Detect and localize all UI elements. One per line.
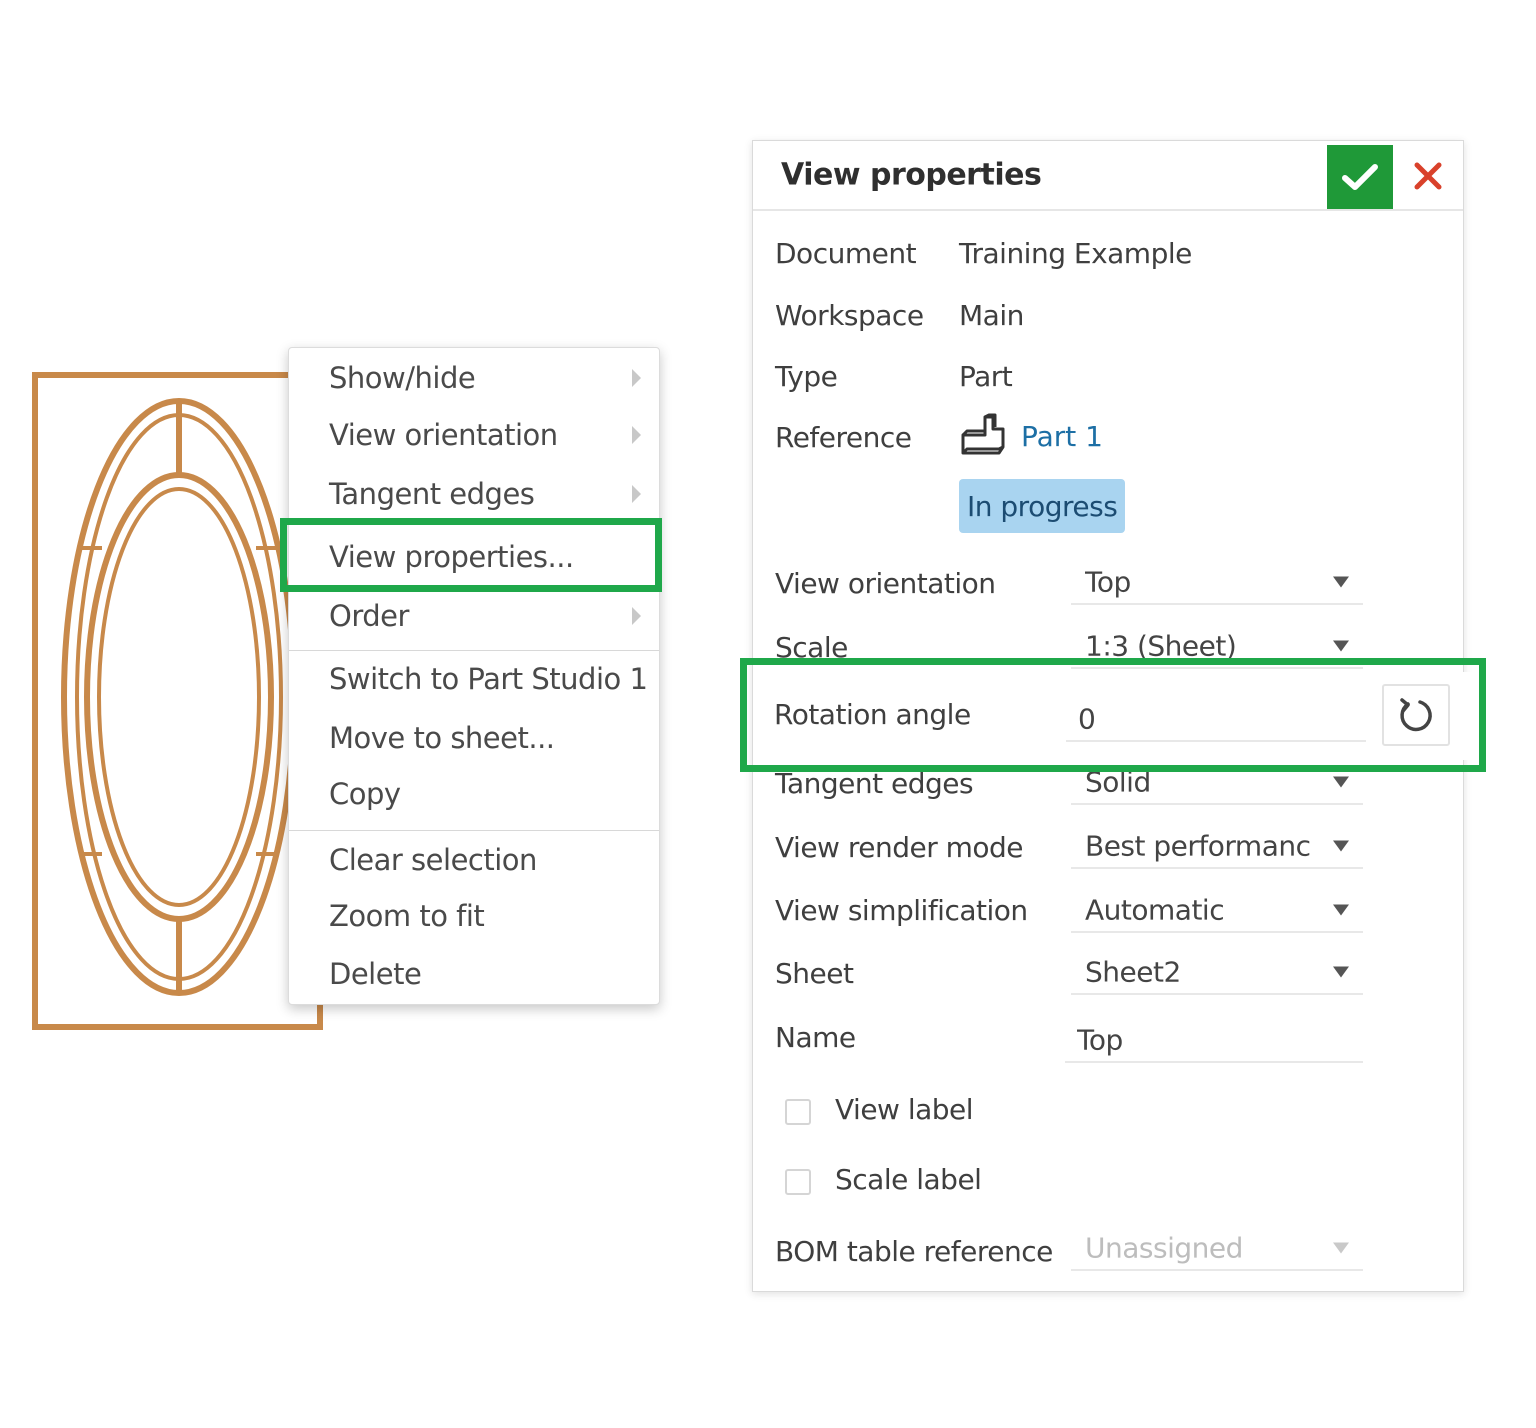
outer-profile-inner — [75, 413, 283, 981]
dropdown-caret-icon — [1333, 840, 1349, 852]
dialog-header: View properties — [753, 141, 1463, 211]
menu-item-label: Zoom to fit — [329, 899, 485, 933]
menu-item-label: Tangent edges — [329, 477, 535, 511]
dropdown-caret-icon — [1333, 576, 1349, 588]
dropdown-caret-icon — [1333, 640, 1349, 652]
dialog-title: View properties — [781, 157, 1042, 193]
menu-item-label: Delete — [329, 957, 422, 991]
rotation-angle-highlight-box — [740, 658, 1486, 772]
name-value: Top — [1077, 1023, 1123, 1057]
bom-reference-label: BOM table reference — [775, 1235, 1053, 1268]
render-mode-select[interactable]: Best performanc — [1071, 825, 1363, 869]
menu-item-label: Show/hide — [329, 361, 476, 395]
menu-item-label: Move to sheet... — [329, 721, 555, 755]
cancel-button[interactable] — [1405, 153, 1451, 199]
submenu-arrow-icon — [632, 426, 641, 444]
menu-item-tangent-edges[interactable]: Tangent edges — [289, 466, 659, 522]
name-label: Name — [775, 1021, 856, 1054]
menu-item-label: Order — [329, 599, 409, 633]
part-drawing — [32, 372, 323, 1030]
menu-item-copy[interactable]: Copy — [289, 766, 659, 822]
dropdown-caret-icon — [1333, 776, 1349, 788]
menu-item-move-to-sheet[interactable]: Move to sheet... — [289, 710, 659, 766]
bom-reference-value: Unassigned — [1085, 1231, 1243, 1265]
drawing-view[interactable] — [30, 370, 330, 1035]
menu-item-zoom-to-fit[interactable]: Zoom to fit — [289, 888, 659, 944]
menu-item-order[interactable]: Order — [289, 588, 659, 644]
render-mode-value: Best performanc — [1085, 829, 1311, 863]
workspace-label: Workspace — [775, 299, 924, 332]
sheet-label: Sheet — [775, 957, 854, 990]
status-badge: In progress — [959, 479, 1126, 533]
menu-item-switch-to-part-studio[interactable]: Switch to Part Studio 1 — [289, 651, 659, 707]
sheet-select[interactable]: Sheet2 — [1071, 951, 1363, 995]
simplification-value: Automatic — [1085, 893, 1225, 927]
document-label: Document — [775, 237, 917, 270]
name-input[interactable]: Top — [1065, 1019, 1363, 1063]
reference-label: Reference — [775, 421, 912, 454]
context-menu: Show/hide View orientation Tangent edges… — [288, 347, 660, 1005]
menu-item-delete[interactable]: Delete — [289, 946, 659, 1002]
menu-item-label: View orientation — [329, 418, 558, 452]
inner-profile — [84, 472, 274, 922]
reference-part-link[interactable]: Part 1 — [1021, 420, 1103, 453]
workspace-value: Main — [959, 299, 1024, 332]
close-icon — [1414, 162, 1442, 190]
checkmark-icon — [1342, 164, 1378, 190]
type-value: Part — [959, 360, 1013, 393]
submenu-arrow-icon — [632, 607, 641, 625]
document-value: Training Example — [959, 237, 1192, 270]
view-label-checkbox-label: View label — [835, 1093, 974, 1126]
dropdown-caret-icon — [1333, 966, 1349, 978]
view-label-checkbox[interactable] — [785, 1099, 811, 1125]
bom-reference-select[interactable]: Unassigned — [1071, 1227, 1363, 1271]
simplification-select[interactable]: Automatic — [1071, 889, 1363, 933]
reference-link[interactable]: Part 1 — [959, 413, 1103, 459]
menu-item-label: Copy — [329, 777, 401, 811]
menu-item-label: Switch to Part Studio 1 — [329, 662, 648, 696]
view-properties-highlight-box — [280, 518, 662, 592]
dropdown-caret-icon — [1333, 904, 1349, 916]
simplification-label: View simplification — [775, 894, 1028, 927]
submenu-arrow-icon — [632, 369, 641, 387]
view-orientation-value: Top — [1085, 565, 1131, 599]
type-label: Type — [775, 360, 838, 393]
menu-item-view-orientation[interactable]: View orientation — [289, 407, 659, 463]
view-orientation-select[interactable]: Top — [1071, 561, 1363, 605]
submenu-arrow-icon — [632, 485, 641, 503]
render-mode-label: View render mode — [775, 831, 1024, 864]
menu-item-clear-selection[interactable]: Clear selection — [289, 832, 659, 888]
scale-label-checkbox[interactable] — [785, 1169, 811, 1195]
dropdown-caret-icon — [1333, 1242, 1349, 1254]
view-orientation-label: View orientation — [775, 567, 996, 600]
inner-profile-inner — [97, 487, 261, 907]
menu-separator — [289, 830, 659, 831]
menu-item-show-hide[interactable]: Show/hide — [289, 350, 659, 406]
scale-label-checkbox-label: Scale label — [835, 1163, 982, 1196]
accept-button[interactable] — [1327, 145, 1393, 209]
part-icon — [961, 413, 1005, 455]
menu-item-label: Clear selection — [329, 843, 537, 877]
sheet-value: Sheet2 — [1085, 955, 1181, 989]
